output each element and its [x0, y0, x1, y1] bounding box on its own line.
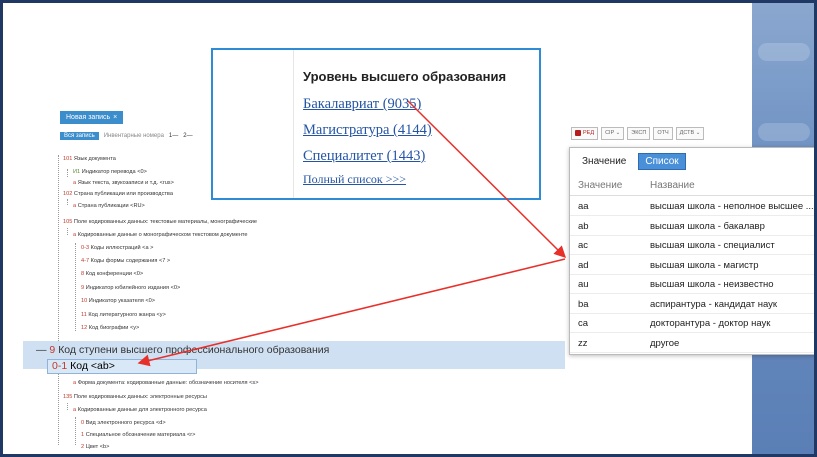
arrow-list-to-code — [137, 258, 566, 367]
arrow-bachelor-to-list — [407, 100, 567, 259]
screenshot-frame: Новая запись × Вся запись Инвентарные ном… — [0, 0, 817, 457]
annotation-arrows — [137, 100, 567, 367]
